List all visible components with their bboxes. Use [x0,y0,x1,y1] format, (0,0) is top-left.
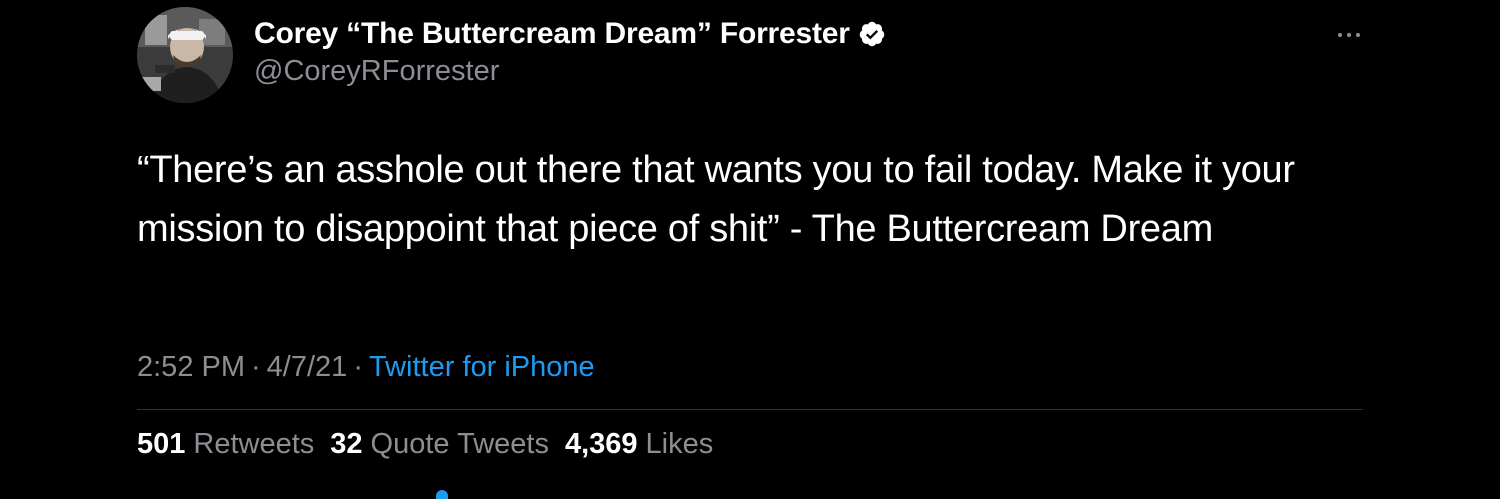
tweet-source-link[interactable]: Twitter for iPhone [369,351,595,384]
meta-separator: · [353,351,363,383]
display-name-row: Corey “The Buttercream Dream” Forrester [254,14,886,54]
likes-label: Likes [645,428,714,460]
display-name[interactable]: Corey “The Buttercream Dream” Forrester [254,17,850,51]
tweet-text: “There’s an asshole out there that wants… [137,149,1295,250]
retweets-stat[interactable]: 501 Retweets [137,428,314,461]
author-info: Corey “The Buttercream Dream” Forrester … [254,14,886,88]
quote-tweets-stat[interactable]: 32 Quote Tweets [330,428,549,461]
avatar[interactable] [137,7,233,103]
tweet-time[interactable]: 2:52 PM [137,351,245,384]
quote-tweets-count: 32 [330,428,363,460]
quote-tweets-label: Quote Tweets [370,428,549,460]
more-options-icon[interactable] [1334,26,1364,44]
divider [137,409,1363,410]
reply-icon-edge [436,490,448,499]
likes-stat[interactable]: 4,369 Likes [565,428,713,461]
profile-photo-icon [137,7,233,103]
likes-count: 4,369 [564,428,638,460]
retweets-count: 501 [137,428,186,460]
tweet-date[interactable]: 4/7/21 [267,351,348,384]
tweet-detail: Corey “The Buttercream Dream” Forrester … [0,0,1500,499]
meta-separator: · [251,351,261,383]
author-handle[interactable]: @CoreyRForrester [254,55,886,88]
engagement-stats: 501 Retweets 32 Quote Tweets 4,369 Likes [137,428,729,461]
tweet-metadata: 2:52 PM · 4/7/21 · Twitter for iPhone [137,351,595,384]
retweets-label: Retweets [193,428,315,460]
verified-badge-icon [858,20,886,48]
